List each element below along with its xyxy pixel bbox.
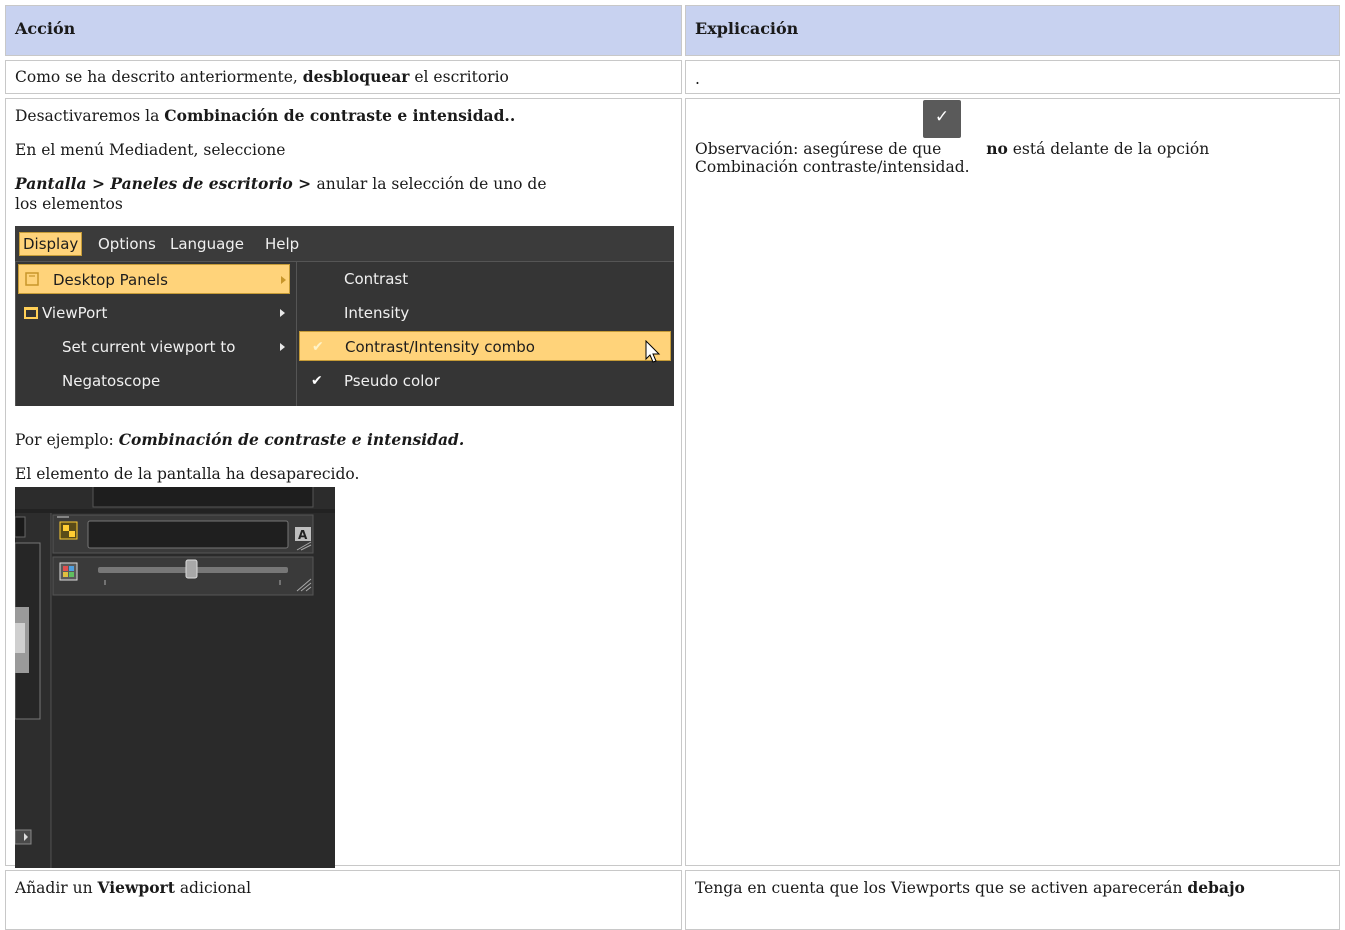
submenu-arrow-icon bbox=[281, 276, 286, 284]
row2-line2: En el menú Mediadent, seleccione bbox=[15, 141, 286, 159]
header-action-label: Acción bbox=[15, 19, 76, 38]
submenu-arrow-icon bbox=[280, 343, 285, 351]
submenu-arrow-icon bbox=[280, 309, 285, 317]
menu-item-viewport: ViewPort bbox=[18, 298, 290, 328]
menu-item-desktop-panels: Desktop Panels bbox=[18, 264, 290, 294]
row2-path-line: Pantalla > Paneles de escritorio > anula… bbox=[15, 174, 547, 193]
row2-observation-line2: Combinación contraste/intensidad. bbox=[695, 158, 970, 176]
row1-action-cell: Como se ha descrito anteriormente, desbl… bbox=[5, 60, 682, 94]
desktop-panel-screenshot: A bbox=[15, 487, 335, 868]
row2-disappeared-line: El elemento de la pantalla ha desapareci… bbox=[15, 465, 360, 483]
menu-item-intensity: Intensity bbox=[344, 304, 410, 322]
menu-item-set-viewport: Set current viewport to bbox=[18, 332, 290, 362]
auto-label: A bbox=[298, 528, 308, 542]
viewport-icon bbox=[24, 307, 38, 319]
menu-help: Help bbox=[265, 235, 300, 253]
display-submenu: Desktop Panels ViewPort Set current view… bbox=[15, 261, 297, 406]
check-icon: ✔ bbox=[312, 339, 324, 355]
row2-example-line: Por ejemplo: Combinación de contraste e … bbox=[15, 430, 465, 449]
header-explanation-label: Explicación bbox=[695, 19, 799, 38]
desktop-panels-submenu: Contrast Intensity ✔ Contrast/Intensity … bbox=[296, 261, 674, 406]
menu-options: Options bbox=[98, 235, 156, 253]
row1-action-text: Como se ha descrito anteriormente, desbl… bbox=[15, 67, 509, 86]
row2-explanation-cell: ✓ Observación: asegúrese de que no está … bbox=[685, 98, 1340, 866]
display-menu-screenshot: Display Options Language Help Desktop Pa… bbox=[15, 226, 674, 406]
panel-icon bbox=[25, 272, 39, 286]
menubar: Display Options Language Help bbox=[15, 226, 674, 261]
header-cell-action: Acción bbox=[5, 5, 682, 56]
menu-language: Language bbox=[170, 235, 245, 253]
row3-explanation-cell: Tenga en cuenta que los Viewports que se… bbox=[685, 870, 1340, 930]
mouse-cursor-icon bbox=[645, 340, 661, 363]
menu-item-pseudo-color: ✔ Pseudo color bbox=[299, 366, 671, 396]
check-icon: ✔ bbox=[311, 373, 323, 389]
row3-action-text: Añadir un Viewport adicional bbox=[15, 878, 252, 897]
header-cell-explanation: Explicación bbox=[685, 5, 1340, 56]
panel-graphic: A bbox=[15, 487, 335, 868]
row3-explanation-text: Tenga en cuenta que los Viewports que se… bbox=[695, 878, 1245, 897]
row3-action-cell: Añadir un Viewport adicional bbox=[5, 870, 682, 930]
check-icon: ✓ bbox=[923, 100, 961, 138]
row2-action-cell: Desactivaremos la Combinación de contras… bbox=[5, 98, 682, 868]
row2-path-line-cont: los elementos bbox=[15, 195, 123, 213]
menu-display: Display bbox=[19, 232, 83, 256]
row1-explanation-text: . bbox=[695, 70, 700, 88]
menu-item-contrast-intensity-combo: ✔ Contrast/Intensity combo bbox=[299, 331, 671, 363]
row2-observation-line1: Observación: asegúrese de que no está de… bbox=[695, 139, 1210, 158]
menu-item-contrast: Contrast bbox=[344, 270, 409, 288]
row2-line1: Desactivaremos la Combinación de contras… bbox=[15, 106, 516, 125]
row1-explanation-cell: . bbox=[685, 60, 1340, 94]
menu-item-negatoscope: Negatoscope bbox=[62, 372, 161, 390]
